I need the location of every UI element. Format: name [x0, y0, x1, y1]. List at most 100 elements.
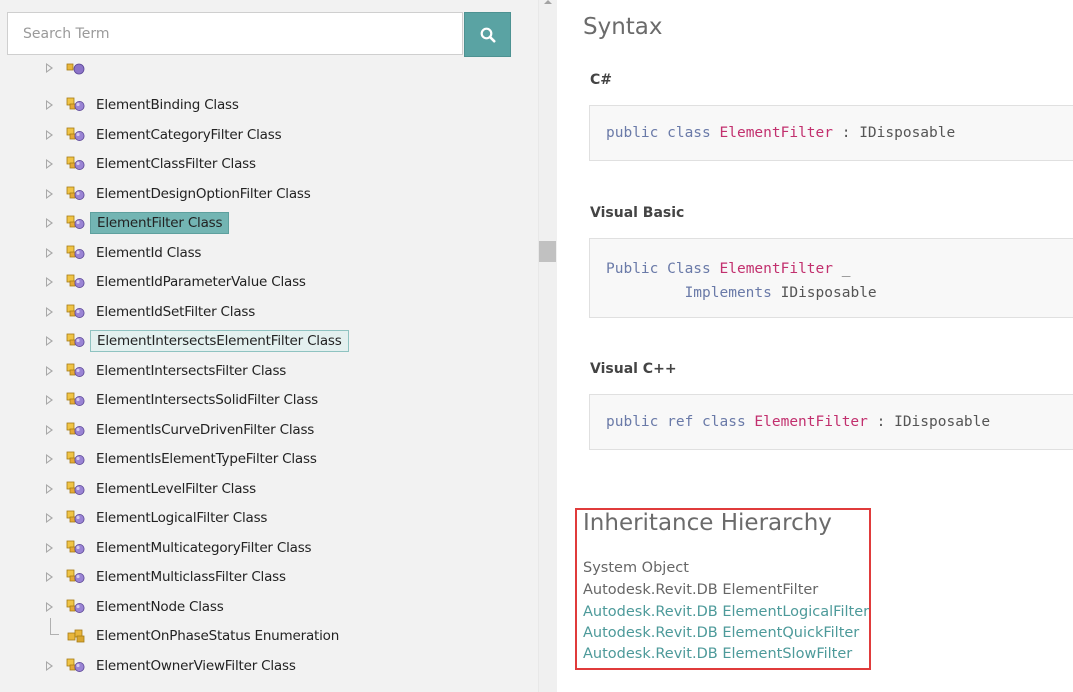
code-rest: _ — [833, 261, 851, 277]
class-icon — [66, 97, 85, 111]
tree-item-label[interactable]: ElementClassFilter Class — [90, 153, 262, 175]
tree-item[interactable]: ElementIntersectsSolidFilter Class — [0, 388, 538, 412]
expand-arrow-icon[interactable] — [46, 572, 53, 582]
search-icon — [480, 27, 495, 42]
class-icon — [66, 363, 85, 377]
code-rest: : IDisposable — [867, 414, 991, 430]
class-icon — [66, 333, 85, 347]
tree-item[interactable]: ElementMulticlassFilter Class — [0, 565, 538, 589]
code-type-name: ElementFilter — [754, 414, 868, 430]
class-icon — [66, 540, 85, 554]
csharp-label: C# — [590, 72, 613, 88]
expand-arrow-icon[interactable] — [46, 601, 53, 612]
tree-item[interactable]: ElementOwnerViewFilter Class — [0, 654, 538, 678]
tree-item[interactable]: ElementLogicalFilter Class — [0, 506, 538, 530]
expand-arrow-icon[interactable] — [46, 129, 53, 140]
scrollbar-thumb[interactable] — [539, 241, 556, 262]
tree-item-clipped[interactable] — [0, 56, 538, 80]
tree-item-label[interactable]: ElementId Class — [90, 242, 207, 264]
expand-arrow-icon[interactable] — [46, 660, 53, 671]
expand-arrow-icon[interactable] — [46, 336, 53, 346]
expand-arrow-icon[interactable] — [46, 542, 53, 553]
inheritance-heading: Inheritance Hierarchy — [583, 510, 832, 536]
syntax-heading: Syntax — [583, 14, 663, 40]
code-type-name: ElementFilter — [719, 261, 834, 277]
class-icon — [66, 215, 85, 229]
tree-item-label[interactable]: ElementIntersectsFilter Class — [90, 360, 292, 382]
tree-item-label[interactable]: ElementMulticlassFilter Class — [90, 566, 292, 588]
tree-item-label[interactable]: ElementBinding Class — [90, 94, 245, 116]
class-icon — [66, 599, 85, 613]
class-icon — [66, 481, 85, 495]
tree-item-label[interactable]: ElementIsCurveDrivenFilter Class — [90, 419, 320, 441]
search-field[interactable] — [7, 12, 463, 55]
code-keyword: Implements — [684, 285, 772, 301]
cpp-code-block: public ref class ElementFilter : IDispos… — [589, 394, 1073, 450]
tree-item[interactable]: ElementIsElementTypeFilter Class — [0, 447, 538, 471]
expand-arrow-icon[interactable] — [46, 63, 53, 73]
expand-arrow-icon[interactable] — [46, 454, 53, 464]
tree-item[interactable]: ElementMulticategoryFilter Class — [0, 536, 538, 560]
class-icon — [66, 510, 85, 524]
tree-item-label[interactable]: ElementMulticategoryFilter Class — [90, 537, 317, 559]
expand-arrow-icon[interactable] — [46, 513, 53, 523]
expand-arrow-icon[interactable] — [46, 277, 53, 287]
expand-arrow-icon[interactable] — [46, 365, 53, 376]
expand-arrow-icon[interactable] — [46, 247, 53, 258]
class-icon — [66, 127, 85, 141]
tree-item-label[interactable]: ElementNode Class — [90, 596, 230, 618]
tree-item-label[interactable]: ElementFilter Class — [90, 212, 230, 234]
tree-item-label[interactable]: ElementIdSetFilter Class — [90, 301, 261, 323]
expand-arrow-icon[interactable] — [46, 188, 53, 199]
sidebar: ElementBinding Class ElementCategoryFilte… — [0, 0, 538, 692]
tree-item[interactable]: ElementFilter Class — [0, 211, 538, 235]
tree-item[interactable]: ElementLevelFilter Class — [0, 477, 538, 501]
tree-item[interactable]: ElementDesignOptionFilter Class — [0, 182, 538, 206]
tree-item[interactable]: ElementBinding Class — [0, 93, 538, 117]
tree-item[interactable]: ElementCategoryFilter Class — [0, 123, 538, 147]
class-icon — [66, 392, 85, 406]
tree-item-label[interactable]: ElementIntersectsElementFilter Class — [90, 330, 349, 352]
tree-item-label[interactable]: ElementOwnerViewFilter Class — [90, 655, 302, 677]
tree-item-label[interactable]: ElementIntersectsSolidFilter Class — [90, 389, 324, 411]
tree-item[interactable]: ElementIdParameterValue Class — [0, 270, 538, 294]
expand-arrow-icon[interactable] — [46, 483, 53, 494]
tree-item[interactable]: ElementIsCurveDrivenFilter Class — [0, 418, 538, 442]
tree-connector-line — [50, 618, 59, 635]
cpp-label: Visual C++ — [590, 361, 677, 377]
hierarchy-item: Autodesk.Revit.DB ElementFilter — [583, 582, 819, 598]
code-keyword: public ref class — [606, 414, 755, 430]
code-rest: IDisposable — [771, 285, 877, 301]
tree-item[interactable]: ElementId Class — [0, 241, 538, 265]
tree-item[interactable]: ElementNode Class — [0, 595, 538, 619]
tree-item[interactable]: ElementClassFilter Class — [0, 152, 538, 176]
hierarchy-link[interactable]: Autodesk.Revit.DB ElementQuickFilter — [583, 625, 859, 641]
sidebar-scrollbar[interactable] — [538, 0, 558, 692]
tree-item-label[interactable]: ElementIsElementTypeFilter Class — [90, 448, 323, 470]
tree-item-label[interactable]: ElementOnPhaseStatus Enumeration — [90, 625, 345, 647]
tree-item[interactable]: ElementIdSetFilter Class — [0, 300, 538, 324]
expand-arrow-icon[interactable] — [46, 395, 53, 405]
tree-item-label[interactable]: ElementIdParameterValue Class — [90, 271, 312, 293]
tree-item[interactable]: ElementIntersectsFilter Class — [0, 359, 538, 383]
tree-item[interactable]: ElementOnPhaseStatus Enumeration — [0, 618, 538, 648]
csharp-code-block: public class ElementFilter : IDisposable — [589, 105, 1073, 161]
tree-item-label[interactable]: ElementLogicalFilter Class — [90, 507, 273, 529]
tree-item-label[interactable]: ElementDesignOptionFilter Class — [90, 183, 317, 205]
hierarchy-link[interactable]: Autodesk.Revit.DB ElementLogicalFilter — [583, 604, 869, 620]
search-input[interactable] — [23, 13, 447, 54]
search-button[interactable] — [464, 12, 511, 57]
tree-item[interactable]: ElementIntersectsElementFilter Class — [0, 329, 538, 353]
expand-arrow-icon[interactable] — [46, 218, 53, 228]
tree-item-label[interactable]: ElementCategoryFilter Class — [90, 124, 287, 146]
hierarchy-link[interactable]: Autodesk.Revit.DB ElementSlowFilter — [583, 646, 852, 662]
vb-label: Visual Basic — [590, 205, 685, 221]
tree-item-label[interactable]: ElementLevelFilter Class — [90, 478, 262, 500]
scroll-up-icon[interactable] — [544, 0, 552, 4]
hierarchy-item: System Object — [583, 560, 689, 576]
expand-arrow-icon[interactable] — [46, 159, 53, 169]
expand-arrow-icon[interactable] — [46, 100, 53, 110]
enumeration-icon — [67, 629, 85, 643]
expand-arrow-icon[interactable] — [46, 306, 53, 317]
expand-arrow-icon[interactable] — [46, 424, 53, 435]
